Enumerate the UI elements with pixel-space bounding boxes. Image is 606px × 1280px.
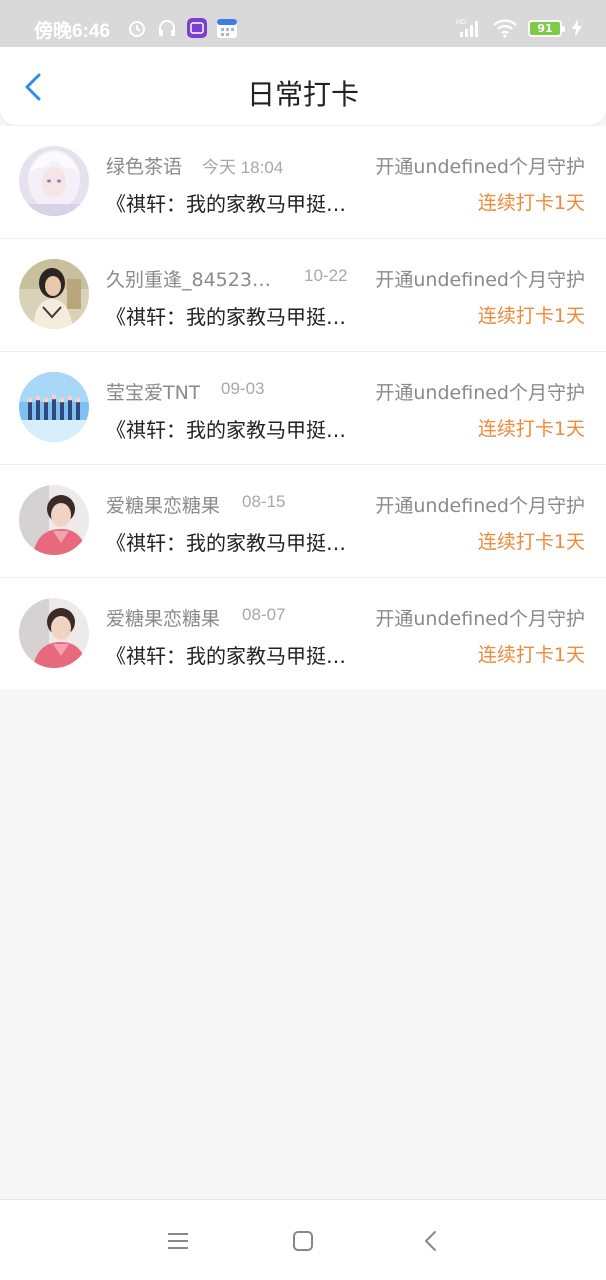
guard-status: 开通undefined个月守护 bbox=[375, 382, 585, 404]
guard-status: 开通undefined个月守护 bbox=[375, 495, 585, 517]
user-name: 久别重逢_84523… bbox=[106, 269, 271, 291]
wifi-icon bbox=[493, 19, 517, 38]
book-title: 《祺轩：我的家教马甲挺… bbox=[106, 644, 346, 668]
hd-signal-icon: HD bbox=[456, 19, 478, 37]
guard-status: 开通undefined个月守护 bbox=[375, 608, 585, 630]
list-item[interactable]: 爱糖果恋糖果 08-15 开通undefined个月守护 《祺轩：我的家教马甲挺… bbox=[0, 465, 606, 578]
battery-level: 91 bbox=[537, 21, 553, 35]
calendar-icon bbox=[217, 19, 237, 38]
book-title: 《祺轩：我的家教马甲挺… bbox=[106, 305, 346, 329]
back-icon[interactable] bbox=[418, 1228, 444, 1254]
checkin-date: 09-03 bbox=[221, 379, 265, 398]
list-item[interactable]: 绿色茶语 今天 18:04 开通undefined个月守护 《祺轩：我的家教马甲… bbox=[0, 126, 606, 239]
avatar[interactable] bbox=[19, 259, 89, 329]
streak-badge: 连续打卡1天 bbox=[477, 418, 585, 440]
charging-icon bbox=[572, 19, 582, 37]
avatar[interactable] bbox=[19, 146, 89, 216]
book-title: 《祺轩：我的家教马甲挺… bbox=[106, 192, 346, 216]
streak-badge: 连续打卡1天 bbox=[477, 305, 585, 327]
streak-badge: 连续打卡1天 bbox=[477, 531, 585, 553]
header: 日常打卡 bbox=[0, 47, 606, 125]
book-title: 《祺轩：我的家教马甲挺… bbox=[106, 531, 346, 555]
system-nav-bar bbox=[0, 1199, 606, 1280]
user-name: 莹宝爱TNT bbox=[106, 382, 201, 404]
guard-status: 开通undefined个月守护 bbox=[375, 156, 585, 178]
user-name: 绿色茶语 bbox=[106, 156, 183, 178]
user-name: 爱糖果恋糖果 bbox=[106, 495, 221, 517]
app-icon bbox=[187, 18, 207, 38]
list-item[interactable]: 久别重逢_84523… 10-22 开通undefined个月守护 《祺轩：我的… bbox=[0, 239, 606, 352]
status-time: 傍晚6:46 bbox=[34, 21, 111, 42]
alarm-icon bbox=[129, 21, 145, 37]
list-item[interactable]: 莹宝爱TNT 09-03 开通undefined个月守护 《祺轩：我的家教马甲挺… bbox=[0, 352, 606, 465]
list-item[interactable]: 爱糖果恋糖果 08-07 开通undefined个月守护 《祺轩：我的家教马甲挺… bbox=[0, 578, 606, 691]
checkin-date: 今天 18:04 bbox=[202, 158, 284, 177]
status-icons-right: HD 91 bbox=[456, 17, 582, 39]
user-name: 爱糖果恋糖果 bbox=[106, 608, 221, 630]
avatar[interactable] bbox=[19, 372, 89, 442]
streak-badge: 连续打卡1天 bbox=[477, 644, 585, 666]
status-bar: 傍晚6:46 HD 91 bbox=[0, 0, 606, 47]
headset-icon bbox=[159, 20, 175, 36]
avatar[interactable] bbox=[19, 485, 89, 555]
battery-icon: 91 bbox=[528, 19, 565, 37]
guard-status: 开通undefined个月守护 bbox=[375, 269, 585, 291]
streak-badge: 连续打卡1天 bbox=[477, 192, 585, 214]
menu-icon[interactable] bbox=[165, 1228, 191, 1254]
checkin-date: 08-07 bbox=[242, 605, 286, 624]
home-icon[interactable] bbox=[290, 1228, 316, 1254]
page-title: 日常打卡 bbox=[246, 78, 359, 111]
checkin-date: 08-15 bbox=[242, 492, 286, 511]
status-icons-left bbox=[126, 17, 238, 39]
svg-text:HD: HD bbox=[456, 19, 466, 26]
book-title: 《祺轩：我的家教马甲挺… bbox=[106, 418, 346, 442]
avatar[interactable] bbox=[19, 598, 89, 668]
checkin-list: 绿色茶语 今天 18:04 开通undefined个月守护 《祺轩：我的家教马甲… bbox=[0, 126, 606, 691]
checkin-date: 10-22 bbox=[304, 266, 348, 285]
